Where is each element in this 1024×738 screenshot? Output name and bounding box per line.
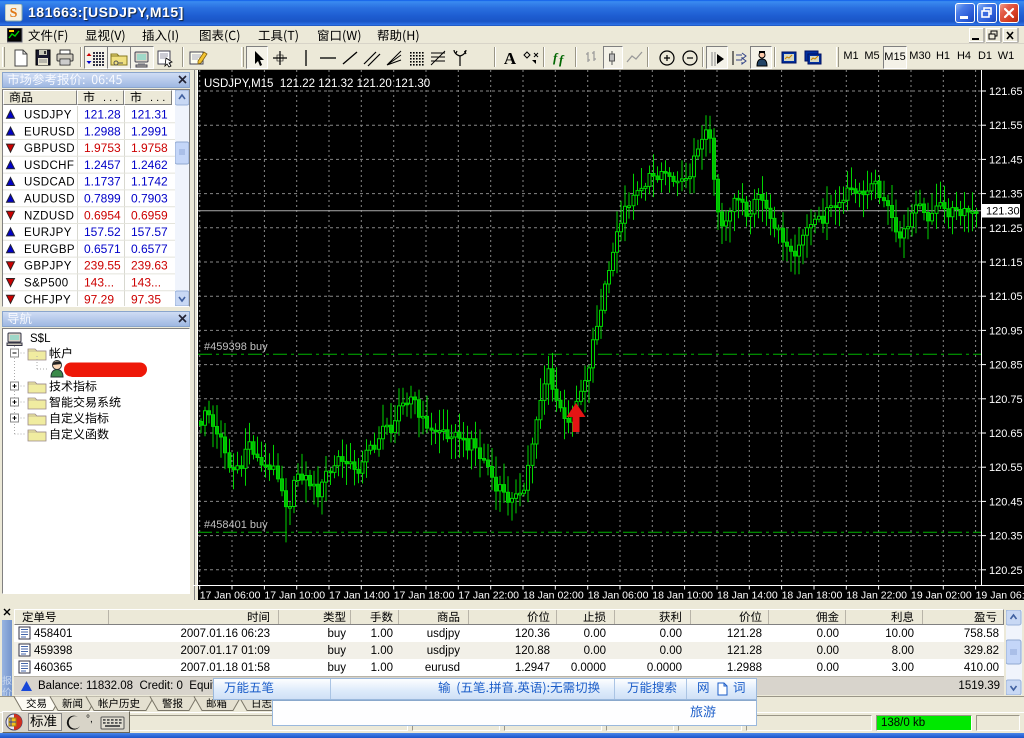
svg-text:459398: 459398	[34, 645, 72, 657]
svg-text:1.00: 1.00	[371, 662, 393, 674]
svg-text:buy: buy	[327, 628, 346, 640]
svg-text:eurusd: eurusd	[425, 662, 460, 674]
svg-text:8.00: 8.00	[892, 645, 914, 657]
svg-text:329.82: 329.82	[964, 645, 999, 657]
svg-text:10.00: 10.00	[885, 628, 914, 640]
svg-text:0.0000: 0.0000	[571, 662, 606, 674]
svg-text:121.28: 121.28	[727, 628, 762, 640]
svg-text:buy: buy	[327, 662, 346, 674]
svg-text:usdjpy: usdjpy	[427, 645, 460, 657]
svg-text:120.36: 120.36	[515, 628, 550, 640]
svg-text:0.00: 0.00	[660, 628, 682, 640]
svg-text:0.00: 0.00	[817, 645, 839, 657]
svg-text:2007.01.18 01:58: 2007.01.18 01:58	[180, 662, 270, 674]
svg-text:0.0000: 0.0000	[647, 662, 682, 674]
svg-text:460365: 460365	[34, 662, 72, 674]
svg-text:1.2947: 1.2947	[515, 662, 550, 674]
svg-text:usdjpy: usdjpy	[427, 628, 460, 640]
svg-text:410.00: 410.00	[964, 662, 999, 674]
svg-text:458401: 458401	[34, 628, 72, 640]
svg-text:120.88: 120.88	[515, 645, 550, 657]
svg-text:1.00: 1.00	[371, 645, 393, 657]
svg-text:1.2988: 1.2988	[727, 662, 762, 674]
svg-text:0.00: 0.00	[817, 628, 839, 640]
svg-text:2007.01.17 01:09: 2007.01.17 01:09	[180, 645, 270, 657]
svg-text:buy: buy	[327, 645, 346, 657]
svg-text:0.00: 0.00	[584, 628, 606, 640]
svg-text:1.00: 1.00	[371, 628, 393, 640]
svg-text:2007.01.16 06:23: 2007.01.16 06:23	[180, 628, 270, 640]
svg-text:121.28: 121.28	[727, 645, 762, 657]
svg-text:0.00: 0.00	[817, 662, 839, 674]
svg-text:0.00: 0.00	[660, 645, 682, 657]
svg-text:3.00: 3.00	[892, 662, 914, 674]
svg-text:0.00: 0.00	[584, 645, 606, 657]
svg-text:758.58: 758.58	[964, 628, 999, 640]
